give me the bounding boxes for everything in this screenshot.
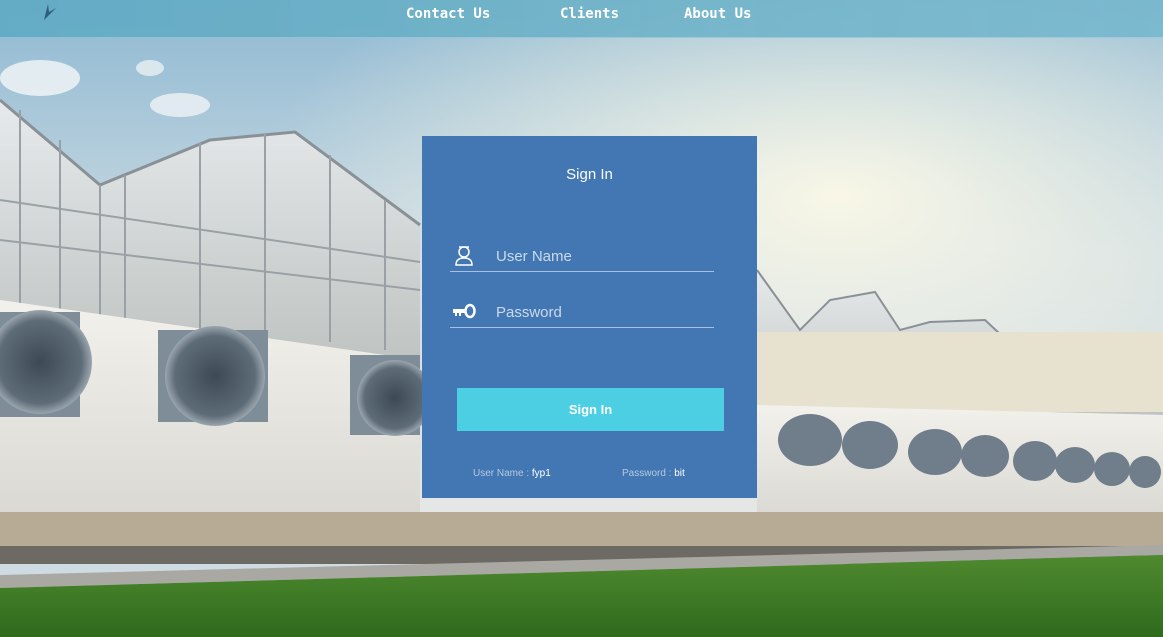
- username-hint-label: User Name :: [473, 468, 530, 479]
- password-hint-label: Password :: [622, 468, 672, 479]
- username-input[interactable]: [496, 242, 710, 270]
- password-input[interactable]: [496, 298, 710, 326]
- user-icon: [455, 246, 473, 266]
- nav-link-clients[interactable]: Clients: [560, 5, 619, 23]
- key-icon: [453, 303, 476, 319]
- signin-title: Sign In: [566, 166, 613, 183]
- password-field: [450, 296, 714, 328]
- top-navigation-bar: Contact Us Clients About Us: [0, 0, 1163, 38]
- bird-icon: [44, 4, 56, 20]
- username-hint: User Name : fyp1: [473, 468, 551, 479]
- signin-button[interactable]: Sign In: [457, 388, 724, 431]
- username-field: [450, 240, 714, 272]
- signin-panel: Sign In Sign In User Name : fyp1 Passwor…: [422, 136, 757, 498]
- nav-link-contact-us[interactable]: Contact Us: [406, 5, 490, 23]
- nav-link-about-us[interactable]: About Us: [684, 5, 751, 23]
- password-hint: Password : bit: [622, 468, 685, 479]
- password-hint-value: bit: [674, 468, 685, 479]
- username-hint-value: fyp1: [531, 468, 551, 479]
